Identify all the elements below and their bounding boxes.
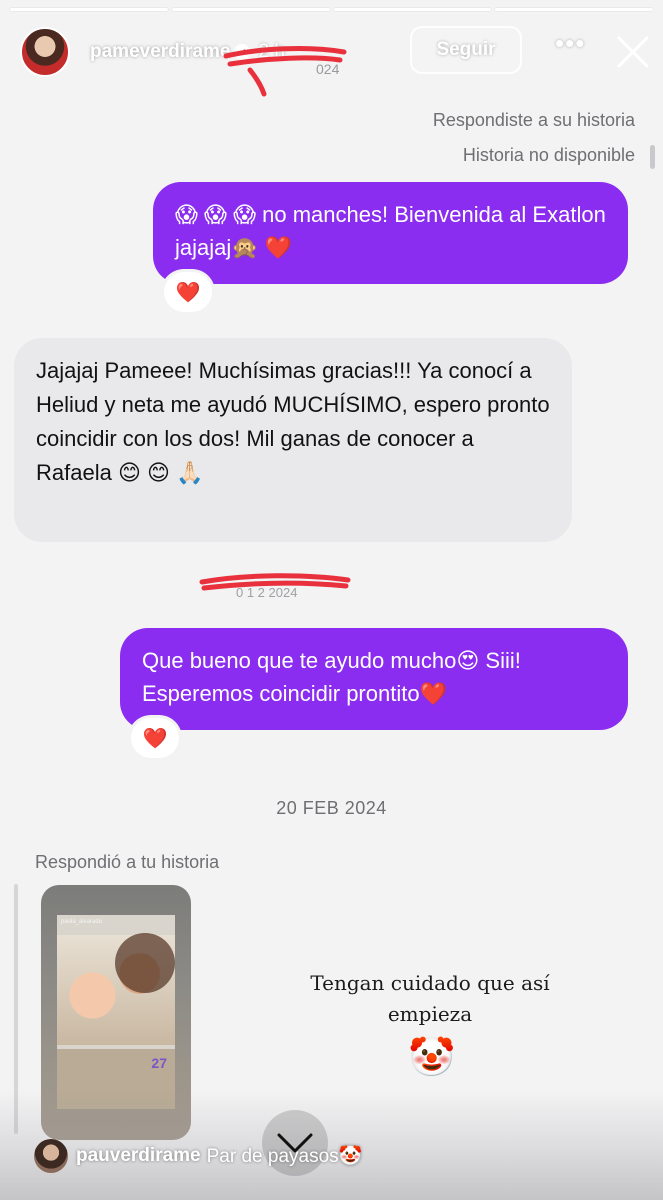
date-separator: 20 FEB 2024 (276, 798, 387, 818)
progress-segment (10, 8, 168, 11)
story-reply-text: Tengan cuidado que así empieza (310, 971, 550, 1026)
story-thumbnail-tag: paola_alvarado (61, 919, 103, 925)
heart-reaction[interactable]: ❤️ (131, 718, 179, 758)
received-message[interactable]: Jajajaj Pameee! Muchísimas gracias!!! Ya… (14, 338, 572, 542)
sent-message[interactable]: 😱 😱 😱 no manches! Bienvenida al Exatlon … (153, 182, 628, 284)
progress-segment (333, 8, 492, 11)
progress-segment (495, 8, 653, 11)
story-progress-bar (10, 8, 653, 11)
more-horizontal-icon[interactable]: ••• (555, 30, 584, 62)
story-caption-row: pauverdirame Par de payasos🤡 (34, 1138, 362, 1174)
story-username[interactable]: pameverdirame (90, 41, 230, 63)
caption-text: Par de payasos🤡 (206, 1146, 363, 1167)
svg-text:0 1 2 2024: 0 1 2 2024 (236, 585, 297, 600)
scrollbar-thumb[interactable] (650, 145, 655, 169)
story-time: 2 h (258, 41, 285, 62)
story-thumbnail-number: 27 (151, 1055, 167, 1071)
sent-message[interactable]: Que bueno que te ayudo mucho😍 Siii! Espe… (120, 628, 628, 730)
story-unavailable-meta: Historia no disponible (462, 145, 635, 165)
verified-badge-icon: ✓ (234, 44, 251, 60)
progress-segment (171, 8, 330, 11)
story-header: pameverdirame ✓ 2 h Seguir ••• (20, 22, 649, 82)
story-thumbnail-figure (115, 933, 175, 993)
avatar[interactable] (20, 27, 70, 77)
replied-to-story-label: Respondió a tu historia (35, 852, 220, 872)
story-thumbnail-frame: paola_alvarado 27 (57, 915, 175, 1109)
redaction-scribble: 0 1 2 2024 (199, 573, 351, 600)
follow-button[interactable]: Seguir (410, 26, 522, 74)
clown-emoji: 🤡 (408, 1037, 456, 1079)
avatar[interactable] (34, 1139, 68, 1173)
caption-username[interactable]: pauverdirame (76, 1145, 201, 1167)
close-icon[interactable] (615, 34, 651, 70)
replied-to-story-meta: Respondiste a su historia (432, 110, 635, 130)
heart-reaction[interactable]: ❤️ (164, 272, 212, 312)
